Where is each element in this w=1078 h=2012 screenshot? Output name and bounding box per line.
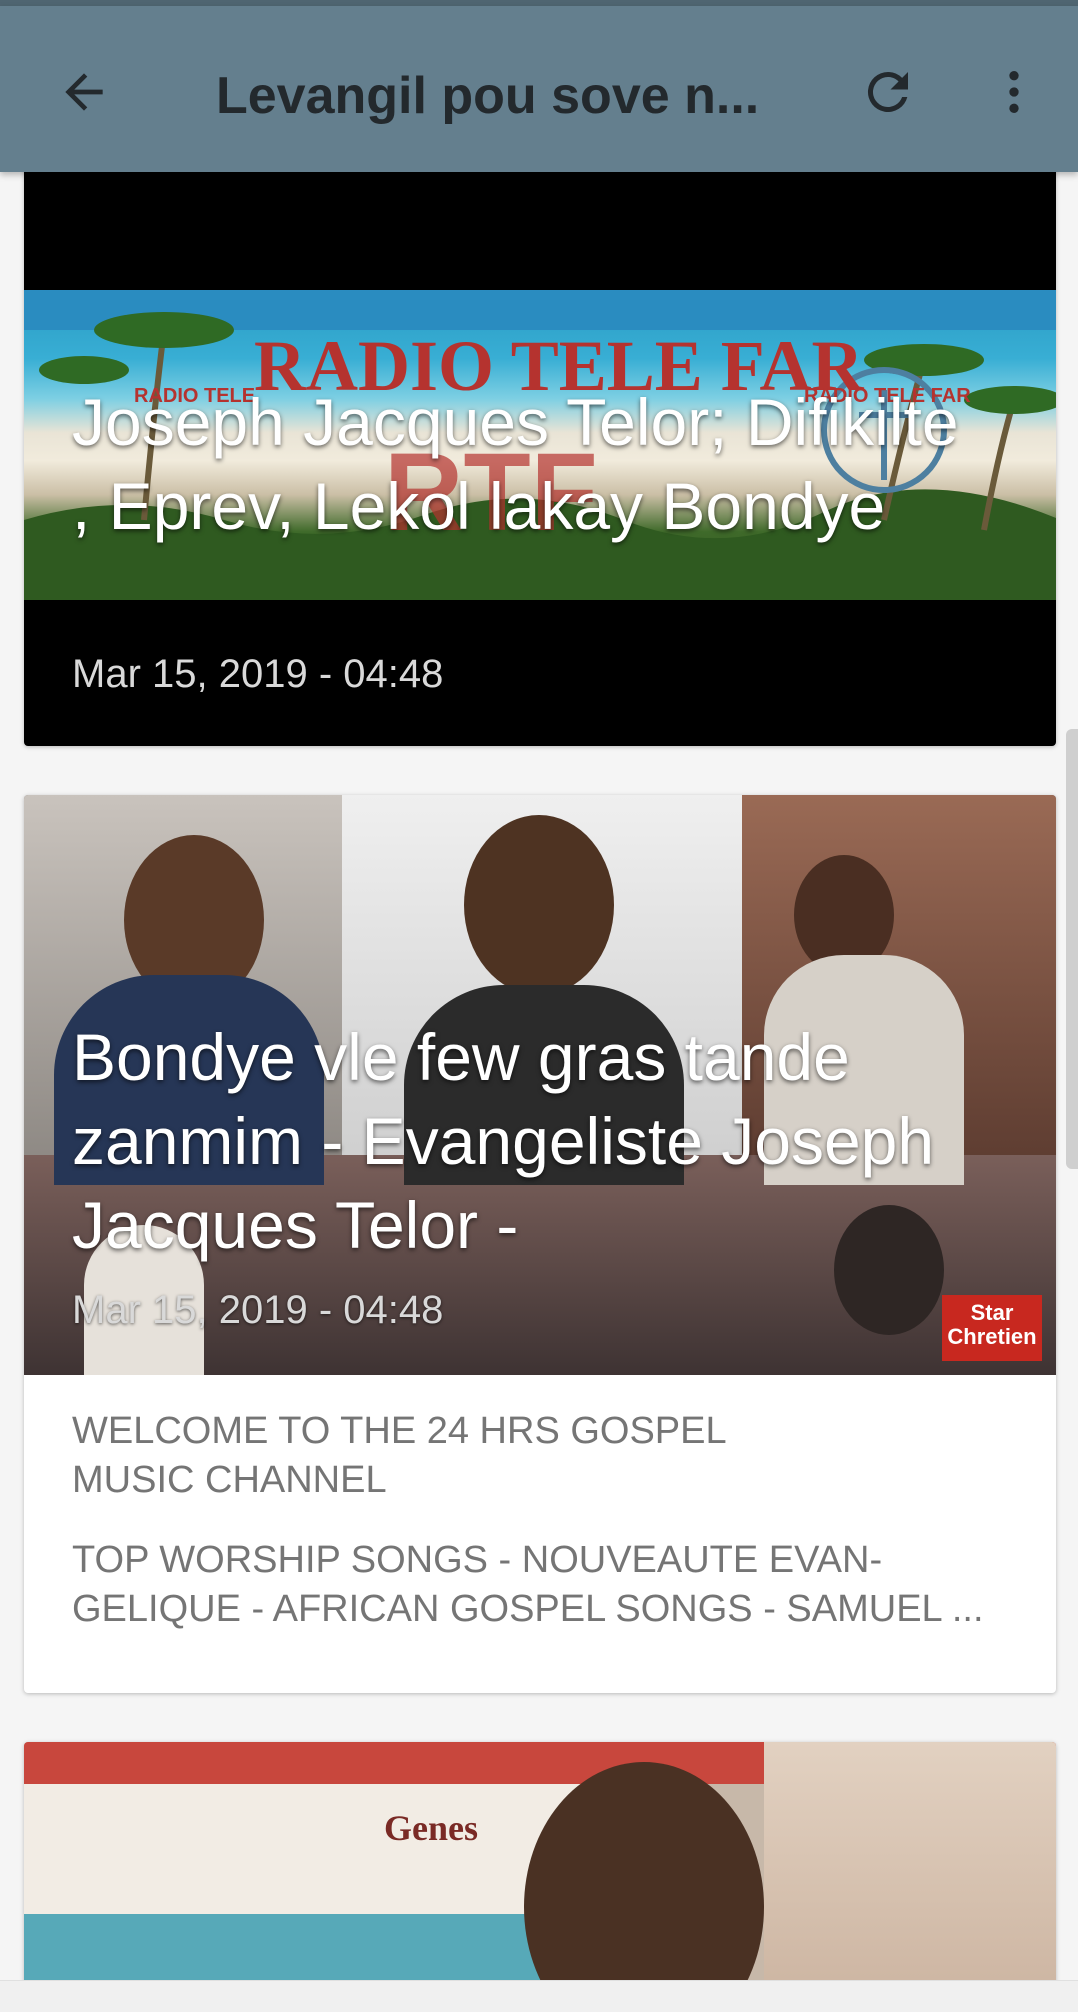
post-description: WELCOME TO THE 24 HRS GOSPEL MUSIC CHANN…: [72, 1407, 1032, 1665]
bottom-edge: [0, 1980, 1078, 2012]
post-card[interactable]: Genes: [24, 1742, 1056, 1980]
post-card[interactable]: RADIO TELE FAR RADIO TELE RADIO TELE FAR…: [24, 172, 1056, 746]
app-bar: Levangil pou sove n...: [0, 6, 1078, 172]
banner-text: Genes: [384, 1808, 478, 1848]
page-title: Levangil pou sove n...: [216, 67, 760, 125]
person-image: [464, 815, 614, 995]
more-vert-icon: [1009, 71, 1019, 113]
description-paragraph: WELCOME TO THE 24 HRS GOSPEL MUSIC CHANN…: [72, 1410, 727, 1501]
post-date: Mar 15, 2019 - 04:48: [72, 652, 444, 696]
post-title: Joseph Jacques Telor; Difikilte , Eprev,…: [72, 385, 959, 543]
more-options-button[interactable]: [978, 56, 1050, 128]
post-date: Mar 15, 2019 - 04:48: [72, 1288, 444, 1332]
refresh-button[interactable]: [852, 56, 924, 128]
post-card[interactable]: Star Chretien Bondye vle few gras tande …: [24, 795, 1056, 1693]
post-feed: RADIO TELE FAR RADIO TELE RADIO TELE FAR…: [0, 172, 1078, 1980]
scrollbar[interactable]: [1066, 729, 1078, 1169]
post-thumbnail: Genes: [24, 1742, 1056, 1980]
refresh-icon: [867, 71, 908, 112]
back-button[interactable]: [48, 56, 120, 128]
description-paragraph: TOP WORSHIP SONGS - NOUVEAUTE EVAN- GELI…: [72, 1539, 984, 1630]
post-title: Bondye vle few gras tande zanmim - Evang…: [72, 1020, 935, 1262]
star-chretien-logo: Star Chretien: [942, 1295, 1042, 1361]
arrow-left-icon: [65, 73, 103, 111]
